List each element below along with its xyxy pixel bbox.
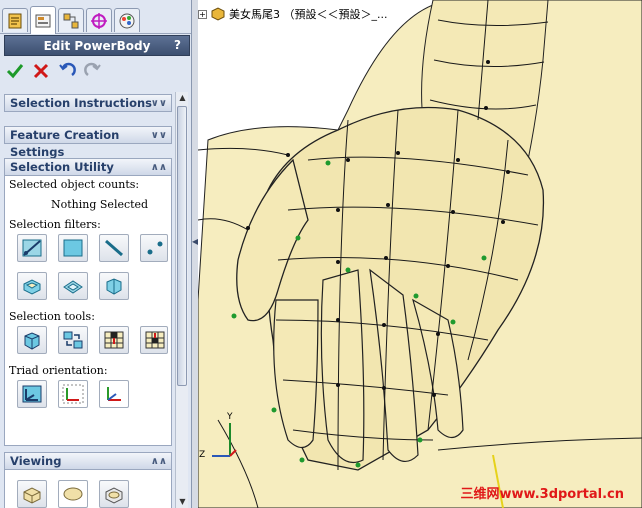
triad-view-button[interactable]: [99, 380, 129, 408]
tab-display-manager[interactable]: [114, 8, 140, 32]
powerbody-app: Edit PowerBody ? Selection Instructions …: [0, 0, 642, 508]
tree-expand-icon[interactable]: +: [198, 9, 207, 19]
chevron-down-icon[interactable]: ∨∨: [151, 127, 167, 144]
action-row: [4, 60, 104, 82]
chevron-up-icon[interactable]: ∧∧: [151, 159, 167, 176]
groups-scroll-area: Selection Instructions ∨∨ Feature Creati…: [4, 90, 172, 508]
cancel-button[interactable]: [30, 60, 52, 82]
ok-check-icon: [6, 64, 24, 79]
triad-z-label: Z: [199, 450, 206, 460]
scroll-up-arrow[interactable]: ▲: [176, 92, 189, 104]
triad-world-button[interactable]: [17, 380, 47, 408]
undo-button[interactable]: [56, 60, 78, 82]
triad-view-icon: [107, 387, 121, 401]
chevron-up-icon[interactable]: ∧∧: [151, 453, 167, 470]
triad-world-icon: [22, 385, 42, 403]
group-title: Feature Creation Settings: [10, 128, 120, 159]
point-filter-icon: [147, 241, 163, 255]
manager-tabstrip: [0, 0, 191, 34]
shrink-selection-button[interactable]: [140, 326, 168, 354]
triad-label: Triad orientation:: [9, 364, 108, 377]
filter-face-button[interactable]: [58, 234, 88, 262]
solid-filter-icon: [23, 279, 41, 295]
view-both-button[interactable]: [99, 480, 129, 508]
surface-filter-icon: [63, 280, 83, 294]
group-selection-instructions: Selection Instructions ∨∨: [4, 94, 172, 112]
feature-tree-flyout[interactable]: + 美女馬尾3 （預設＜＜預設＞_...: [198, 6, 387, 22]
group-header[interactable]: Viewing ∧∧: [4, 452, 172, 470]
configuration-manager-icon: [63, 13, 79, 28]
dimxpert-icon: [91, 12, 107, 29]
selection-utility-body: Selected object counts: Nothing Selected…: [4, 176, 172, 446]
group-header[interactable]: Feature Creation Settings ∨∨: [4, 126, 172, 159]
invert-selection-button[interactable]: [58, 326, 88, 354]
edge-filter-icon: [105, 239, 123, 257]
face-filter-icon: [63, 239, 83, 257]
group-selection-utility: Selection Utility ∧∧ Selected object cou…: [4, 158, 172, 446]
filter-surface-button[interactable]: [58, 272, 88, 300]
tab-configuration-manager[interactable]: [58, 8, 84, 32]
help-button[interactable]: ?: [170, 38, 185, 53]
property-manager-icon: [35, 14, 51, 27]
triad-local-icon: [62, 384, 84, 404]
triad-local-button[interactable]: [58, 380, 88, 408]
counts-value: Nothing Selected: [51, 198, 149, 211]
tree-root-label[interactable]: 美女馬尾3 （預設＜＜預設＞_...: [229, 6, 387, 22]
panel-scrollbar[interactable]: ▲ ▼: [175, 92, 188, 508]
group-title: Viewing: [10, 454, 62, 468]
scroll-down-arrow[interactable]: ▼: [176, 496, 189, 508]
group-title: Selection Utility: [10, 160, 114, 174]
filter-point-button[interactable]: [140, 234, 168, 262]
group-feature-creation-settings: Feature Creation Settings ∨∨: [4, 126, 172, 159]
tab-property-manager[interactable]: [30, 6, 56, 34]
cancel-x-icon: [33, 63, 49, 79]
hand-model[interactable]: [198, 0, 642, 508]
feature-manager-icon: [8, 13, 22, 28]
box-wire-icon: [105, 487, 123, 504]
page-title: Edit PowerBody: [43, 38, 151, 53]
tab-dimxpert-manager[interactable]: [86, 8, 112, 32]
triad-y-label: Y: [227, 412, 233, 422]
view-smooth-button[interactable]: [58, 480, 88, 508]
group-header[interactable]: Selection Utility ∧∧: [4, 158, 172, 176]
chevron-down-icon[interactable]: ∨∨: [151, 95, 167, 112]
group-viewing: Viewing ∧∧: [4, 452, 172, 508]
filter-edge-button[interactable]: [99, 234, 129, 262]
ok-button[interactable]: [4, 60, 26, 82]
filter-vertex-button[interactable]: [17, 234, 47, 262]
grow-selection-button[interactable]: [99, 326, 129, 354]
group-title: Selection Instructions: [10, 96, 153, 110]
scroll-thumb[interactable]: [177, 106, 187, 386]
grid-select-icon: [104, 331, 124, 349]
cube-select-icon: [24, 332, 40, 350]
smooth-shaded-icon: [63, 487, 83, 501]
tools-label: Selection tools:: [9, 310, 95, 323]
undo-icon: [59, 62, 76, 77]
tab-feature-manager[interactable]: [2, 8, 28, 32]
watermark: 三维网www.3dportal.cn: [460, 487, 624, 502]
body-filter-icon: [106, 278, 122, 295]
display-manager-icon: [119, 13, 135, 28]
box-shaded-icon: [23, 487, 41, 504]
shrink-select-icon: [145, 331, 165, 349]
viewing-body: [4, 470, 172, 508]
view-box-button[interactable]: [17, 480, 47, 508]
part-icon: [211, 7, 225, 21]
invert-selection-icon: [63, 331, 83, 349]
redo-icon: [84, 62, 101, 77]
counts-label: Selected object counts:: [9, 178, 140, 191]
select-all-button[interactable]: [17, 326, 47, 354]
redo-button[interactable]: [82, 60, 104, 82]
graphics-viewport[interactable]: Y Z + 美女馬尾3 （預設＜＜預設＞_... 三维网www.3dportal…: [198, 0, 642, 508]
vertex-filter-icon: [22, 239, 42, 257]
group-header[interactable]: Selection Instructions ∨∨: [4, 94, 172, 112]
filter-body-button[interactable]: [99, 272, 129, 300]
filter-solid-button[interactable]: [17, 272, 47, 300]
property-manager-title: Edit PowerBody ?: [4, 35, 190, 56]
property-manager-panel: Edit PowerBody ? Selection Instructions …: [0, 0, 192, 508]
filters-label: Selection filters:: [9, 218, 101, 231]
